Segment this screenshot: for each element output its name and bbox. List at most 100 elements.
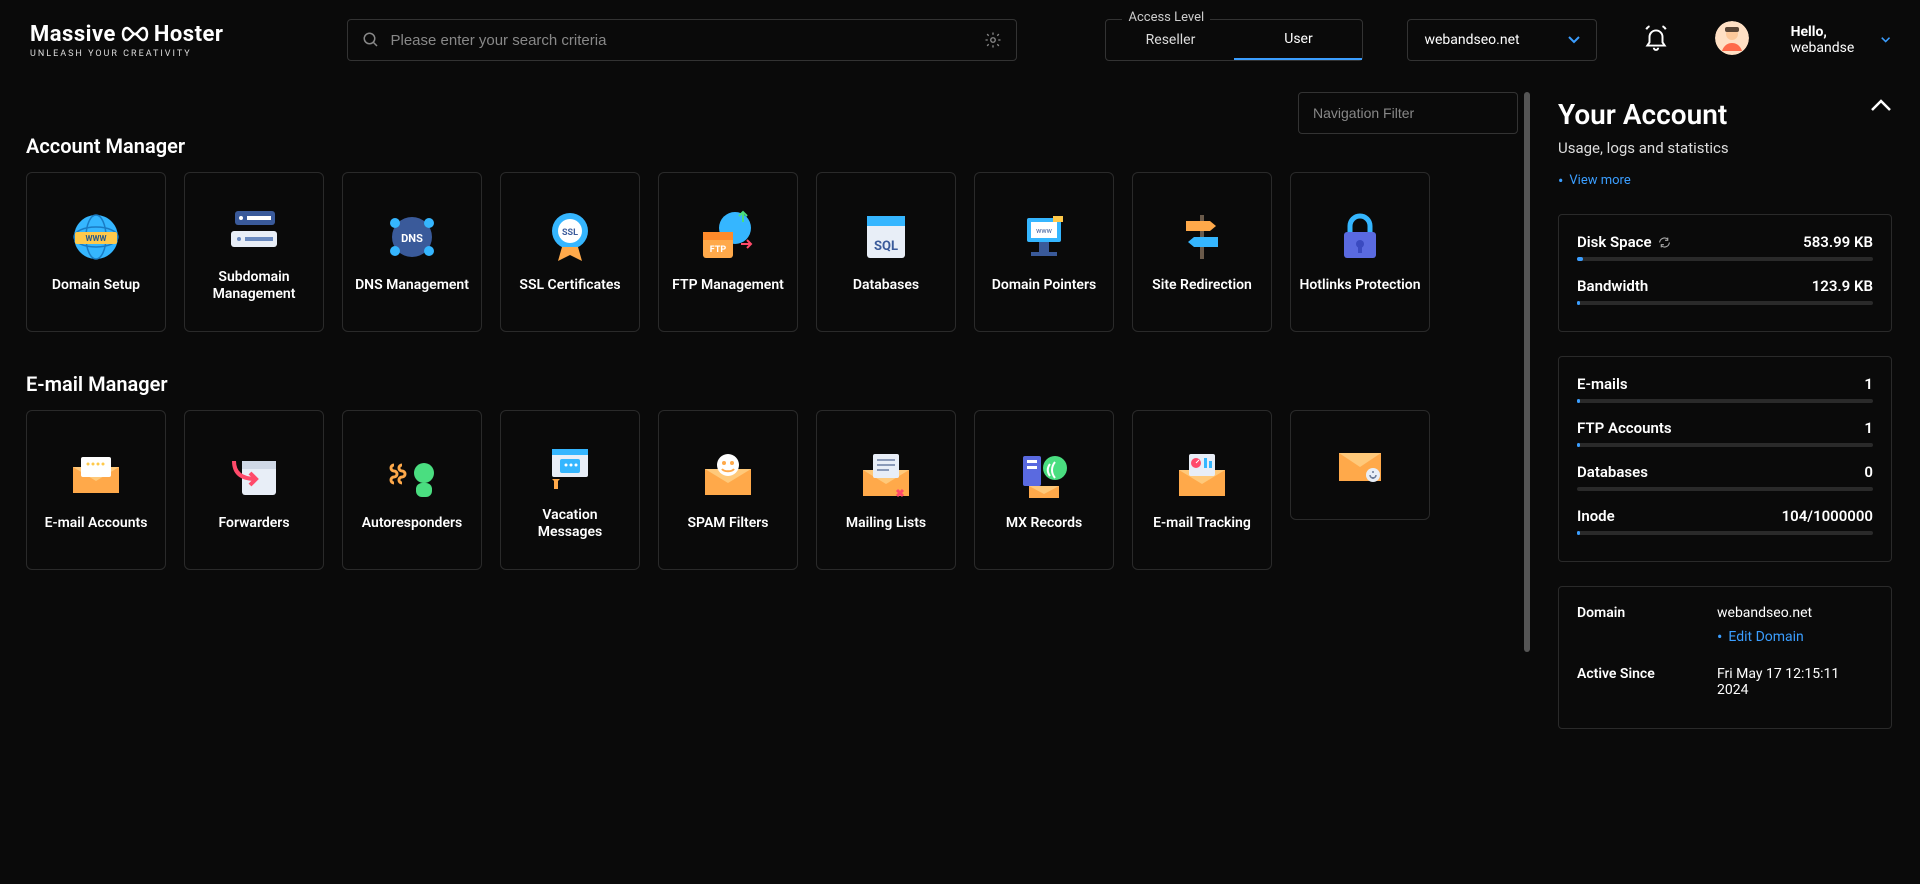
stat-value: 1 <box>1864 375 1873 393</box>
tile-label: E-mail Tracking <box>1153 515 1251 533</box>
navigation-filter[interactable] <box>1298 92 1518 134</box>
tile-ssl-certificates[interactable]: SSL SSL Certificates <box>500 172 640 332</box>
stat-value: 123.9 KB <box>1812 277 1873 295</box>
info-val-active: Fri May 17 12:15:11 2024 <box>1717 666 1873 698</box>
svg-text:SSL: SSL <box>562 228 578 238</box>
tile-label: Autoresponders <box>362 515 462 533</box>
database-icon: SQL <box>861 212 911 262</box>
section-email-title: E-mail Manager <box>26 372 1504 396</box>
search-bar[interactable] <box>347 19 1017 61</box>
tile-dns-management[interactable]: DNS DNS Management <box>342 172 482 332</box>
envelope-sync-icon <box>1335 445 1385 485</box>
section-account-title: Account Manager <box>26 134 1504 158</box>
spam-icon <box>701 451 755 499</box>
tile-ftp-management[interactable]: FTP FTP Management <box>658 172 798 332</box>
mailing-list-icon <box>859 450 913 500</box>
notifications-button[interactable] <box>1643 25 1669 55</box>
infinity-icon <box>120 25 150 43</box>
gear-icon[interactable] <box>984 31 1002 49</box>
tile-label: SPAM Filters <box>688 515 769 533</box>
logo[interactable]: Massive Hoster UNLEASH YOUR CREATIVITY <box>30 22 223 59</box>
tile-label: Domain Setup <box>52 277 140 295</box>
tile-email-tracking[interactable]: E-mail Tracking <box>1132 410 1272 570</box>
account-tiles: WWW Domain Setup Subdomain Management DN… <box>26 172 1504 332</box>
user-menu[interactable]: Hello, webandse <box>1791 24 1890 56</box>
tile-label: Hotlinks Protection <box>1299 277 1420 295</box>
tile-subdomain-management[interactable]: Subdomain Management <box>184 172 324 332</box>
signpost-icon <box>1178 211 1226 263</box>
logo-text-right: Hoster <box>154 22 224 47</box>
tile-forwarders[interactable]: Forwarders <box>184 410 324 570</box>
autoresponder-icon <box>386 451 438 499</box>
stat-value: 583.99 KB <box>1803 233 1873 251</box>
tile-hotlinks-protection[interactable]: Hotlinks Protection <box>1290 172 1430 332</box>
svg-text:DNS: DNS <box>401 232 423 245</box>
stat-bar <box>1577 301 1873 305</box>
tile-databases[interactable]: SQL Databases <box>816 172 956 332</box>
access-tab-user[interactable]: User <box>1234 20 1362 60</box>
vacation-icon <box>544 443 596 491</box>
svg-text:SQL: SQL <box>874 239 898 254</box>
stat-bar <box>1577 443 1873 447</box>
edit-domain-link[interactable]: Edit Domain <box>1717 627 1873 646</box>
stat-label: Bandwidth <box>1577 277 1648 295</box>
tile-mailing-lists[interactable]: Mailing Lists <box>816 410 956 570</box>
search-input[interactable] <box>390 32 984 49</box>
tile-email-accounts[interactable]: E-mail Accounts <box>26 410 166 570</box>
view-more-link[interactable]: View more <box>1558 171 1729 190</box>
tile-autoresponders[interactable]: Autoresponders <box>342 410 482 570</box>
mx-records-icon <box>1017 450 1071 500</box>
tile-vacation-messages[interactable]: Vacation Messages <box>500 410 640 570</box>
usage-panel-1: Disk Space 583.99 KB Bandwidth123.9 KB <box>1558 214 1892 332</box>
access-tab-reseller[interactable]: Reseller <box>1106 20 1234 60</box>
email-tracking-icon <box>1175 450 1229 500</box>
navigation-filter-input[interactable] <box>1313 105 1503 121</box>
tile-label: Databases <box>853 277 919 295</box>
collapse-icon[interactable] <box>1870 98 1892 112</box>
stat-value: 104/1000000 <box>1782 507 1873 525</box>
forward-icon <box>228 451 280 499</box>
tile-domain-setup[interactable]: WWW Domain Setup <box>26 172 166 332</box>
your-account-subtitle: Usage, logs and statistics <box>1558 139 1729 157</box>
logo-tagline: UNLEASH YOUR CREATIVITY <box>30 49 223 59</box>
tile-label: E-mail Accounts <box>45 515 148 533</box>
tile-domain-pointers[interactable]: www Domain Pointers <box>974 172 1114 332</box>
domain-dropdown[interactable]: webandseo.net <box>1407 19 1596 61</box>
subdomain-icon <box>227 207 281 251</box>
tile-spam-filters[interactable]: SPAM Filters <box>658 410 798 570</box>
ftp-icon: FTP <box>699 210 757 264</box>
refresh-icon[interactable] <box>1658 236 1671 249</box>
scrollbar[interactable] <box>1524 92 1530 652</box>
stat-bar <box>1577 487 1873 491</box>
stat-value: 0 <box>1864 463 1873 481</box>
svg-text:www: www <box>1036 227 1053 235</box>
tile-label: Domain Pointers <box>992 277 1096 295</box>
tile-label: DNS Management <box>355 277 469 295</box>
tile-email-extra[interactable] <box>1290 410 1430 520</box>
email-tiles: E-mail Accounts Forwarders Autoresponder… <box>26 410 1504 570</box>
tile-label: SSL Certificates <box>519 277 620 295</box>
stat-value: 1 <box>1864 419 1873 437</box>
stat-label: FTP Accounts <box>1577 419 1672 437</box>
ssl-badge-icon: SSL <box>544 209 596 265</box>
tile-site-redirection[interactable]: Site Redirection <box>1132 172 1272 332</box>
info-val-domain: webandseo.net <box>1717 605 1873 621</box>
tile-mx-records[interactable]: MX Records <box>974 410 1114 570</box>
stat-label: E-mails <box>1577 375 1628 393</box>
your-account-title: Your Account <box>1558 98 1729 131</box>
hello-text: Hello, webandse <box>1791 24 1871 56</box>
tile-label: Forwarders <box>218 515 289 533</box>
tile-label: Site Redirection <box>1152 277 1252 295</box>
lock-icon <box>1338 212 1382 262</box>
domain-dropdown-value: webandseo.net <box>1424 32 1519 48</box>
tile-label: Mailing Lists <box>846 515 926 533</box>
avatar[interactable] <box>1715 21 1749 59</box>
domain-pointers-icon: www <box>1017 212 1071 262</box>
tile-label: FTP Management <box>672 277 784 295</box>
access-level-switch: Access Level Reseller User <box>1105 19 1363 61</box>
stat-bar <box>1577 257 1873 261</box>
chevron-down-icon <box>1881 36 1890 44</box>
tile-label: MX Records <box>1006 515 1082 533</box>
avatar-icon <box>1715 21 1749 55</box>
bell-icon <box>1643 25 1669 51</box>
